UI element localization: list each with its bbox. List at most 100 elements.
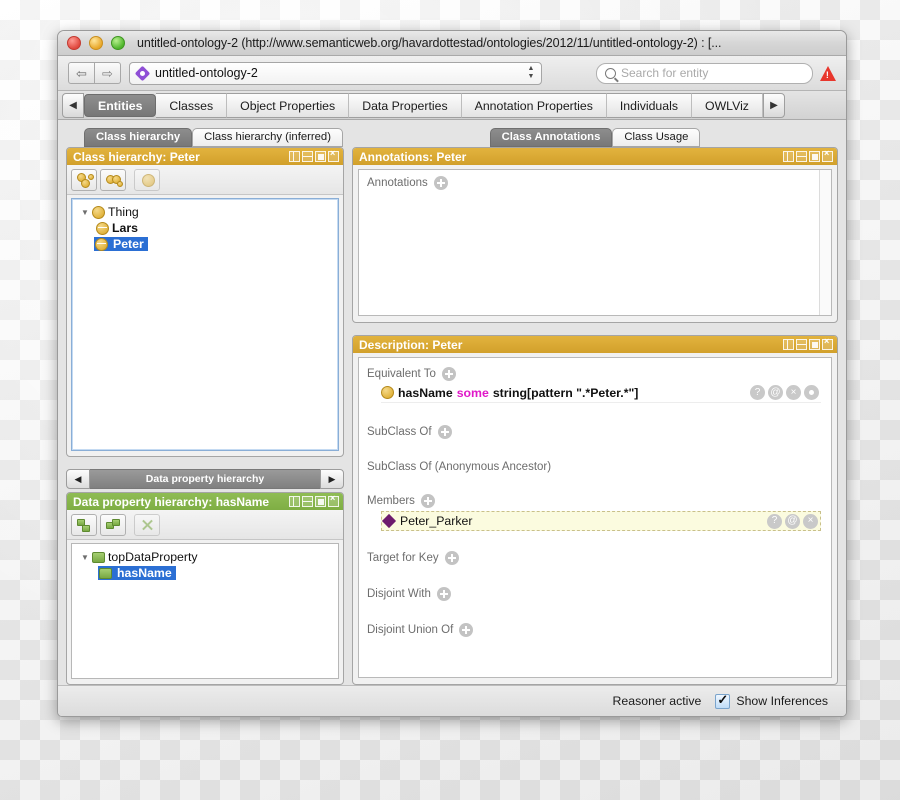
- tree-node-label: Peter: [111, 237, 146, 251]
- add-subproperty-button[interactable]: [71, 513, 97, 536]
- tree-node-hasname[interactable]: hasName: [72, 565, 338, 581]
- class-hierarchy-tree[interactable]: ▼ Thing Lars Peter: [71, 198, 339, 451]
- search-icon: [605, 67, 616, 79]
- collapse-icon[interactable]: [796, 339, 807, 350]
- data-property-hierarchy-group: ◀ Data property hierarchy ▶ Data propert…: [66, 469, 344, 685]
- delete-property-button[interactable]: [134, 513, 160, 536]
- annotations-body: Annotations: [358, 169, 832, 316]
- expression-text: hasName some string[pattern ".*Peter.*"]: [398, 386, 638, 400]
- close-panel-icon[interactable]: [822, 149, 833, 162]
- navstrip-right-button[interactable]: ▶: [320, 469, 344, 489]
- forward-button[interactable]: ⇨: [95, 62, 121, 84]
- tab-class-usage[interactable]: Class Usage: [612, 128, 701, 147]
- add-disjoint-with-button[interactable]: [436, 587, 451, 601]
- maximize-icon[interactable]: [315, 496, 326, 507]
- navstrip-title: Data property hierarchy: [90, 469, 320, 489]
- expression-row-buttons: ? @ ×: [767, 513, 820, 529]
- tab-data-properties[interactable]: Data Properties: [349, 93, 462, 118]
- forward-arrow-icon: ⇨: [102, 65, 113, 81]
- tree-node-peter[interactable]: Peter: [72, 236, 338, 252]
- delete-class-button[interactable]: [134, 168, 160, 191]
- annotations-panel: Annotations: Peter Annotations: [352, 147, 838, 323]
- member-name: Peter_Parker: [400, 514, 473, 528]
- add-annotation-button[interactable]: [433, 176, 448, 190]
- zoom-button[interactable]: [111, 36, 125, 50]
- left-column: Class hierarchy Class hierarchy (inferre…: [66, 128, 344, 685]
- expression-keyword: some: [456, 385, 489, 400]
- ontology-selector[interactable]: untitled-ontology-2 ▲ ▼: [129, 61, 542, 85]
- add-sibling-class-icon: [105, 173, 123, 187]
- close-panel-icon[interactable]: [328, 149, 339, 162]
- tree-node-thing[interactable]: ▼ Thing: [72, 204, 338, 220]
- expression-row-members[interactable]: Peter_Parker ? @ ×: [381, 511, 821, 531]
- tab-individuals[interactable]: Individuals: [606, 93, 692, 118]
- collapse-icon[interactable]: [302, 496, 313, 507]
- class-hierarchy-toolbar: [67, 165, 343, 195]
- help-button[interactable]: ?: [750, 385, 765, 400]
- tab-class-annotations[interactable]: Class Annotations: [489, 128, 613, 147]
- warning-icon[interactable]: [820, 65, 836, 81]
- show-inferences-checkbox[interactable]: [715, 692, 731, 709]
- tab-object-properties[interactable]: Object Properties: [227, 93, 350, 118]
- collapse-icon[interactable]: [796, 151, 807, 162]
- back-button[interactable]: ⇦: [68, 62, 95, 84]
- help-button[interactable]: ?: [767, 513, 782, 529]
- close-panel-icon[interactable]: [822, 337, 833, 350]
- back-arrow-icon: ⇦: [76, 65, 87, 81]
- search-input[interactable]: Search for entity: [596, 62, 813, 84]
- section-label-equivalent-to: Equivalent To: [367, 368, 436, 380]
- data-property-hierarchy-title: Data property hierarchy: hasName: [73, 494, 270, 509]
- add-subclass-of-button[interactable]: [437, 425, 452, 439]
- tab-classes[interactable]: Classes: [156, 93, 228, 118]
- split-view-icon[interactable]: [783, 151, 794, 162]
- close-button[interactable]: [67, 36, 81, 50]
- delete-class-icon: [140, 173, 155, 187]
- add-subclass-button[interactable]: [71, 168, 97, 191]
- split-view-icon[interactable]: [289, 151, 300, 162]
- annotations-section-label: Annotations: [367, 177, 428, 189]
- maximize-icon[interactable]: [809, 339, 820, 350]
- add-member-button[interactable]: [420, 494, 435, 508]
- annotate-button[interactable]: @: [785, 513, 800, 529]
- main-toolbar: ⇦ ⇨ untitled-ontology-2 ▲ ▼ Search for en…: [58, 56, 846, 91]
- collapse-icon[interactable]: [302, 151, 313, 162]
- annotations-scrollbar[interactable]: [819, 170, 831, 315]
- individual-icon: [381, 513, 397, 529]
- edit-button[interactable]: [804, 385, 819, 400]
- show-inferences-row[interactable]: Show Inferences: [715, 692, 828, 709]
- class-hierarchy-title: Class hierarchy: Peter: [73, 149, 200, 164]
- expression-row-equivalent-to[interactable]: hasName some string[pattern ".*Peter.*"]…: [381, 383, 821, 403]
- tab-class-hierarchy[interactable]: Class hierarchy: [84, 128, 193, 147]
- tab-entities[interactable]: Entities: [84, 94, 157, 117]
- delete-button[interactable]: ×: [786, 385, 801, 400]
- add-target-for-key-button[interactable]: [444, 551, 459, 565]
- navstrip-left-button[interactable]: ◀: [66, 469, 90, 489]
- split-view-icon[interactable]: [289, 496, 300, 507]
- tree-node-label: hasName: [115, 566, 174, 580]
- annotate-button[interactable]: @: [768, 385, 783, 400]
- maximize-icon[interactable]: [315, 151, 326, 162]
- chevron-updown-icon[interactable]: ▲ ▼: [525, 64, 537, 83]
- minimize-button[interactable]: [89, 36, 103, 50]
- tree-node-topdataproperty[interactable]: ▼ topDataProperty: [72, 549, 338, 565]
- data-property-tree[interactable]: ▼ topDataProperty hasName: [71, 543, 339, 679]
- tree-node-lars[interactable]: Lars: [72, 220, 338, 236]
- tab-annotation-properties[interactable]: Annotation Properties: [461, 93, 607, 118]
- tabbar-scroll-left-button[interactable]: ◀: [62, 93, 84, 118]
- reasoner-status: Reasoner active: [612, 694, 702, 708]
- tab-owlviz[interactable]: OWLViz: [692, 93, 763, 118]
- add-sibling-class-button[interactable]: [100, 168, 126, 191]
- main-content: Class hierarchy Class hierarchy (inferre…: [58, 120, 846, 685]
- add-equivalent-to-button[interactable]: [441, 367, 456, 381]
- tab-class-hierarchy-inferred[interactable]: Class hierarchy (inferred): [192, 128, 343, 147]
- maximize-icon[interactable]: [809, 151, 820, 162]
- close-panel-icon[interactable]: [328, 494, 339, 507]
- tabbar-scroll-right-button[interactable]: ▶: [762, 93, 785, 118]
- split-view-icon[interactable]: [783, 339, 794, 350]
- tree-node-label: Lars: [112, 221, 138, 235]
- twisty-icon[interactable]: ▼: [78, 208, 92, 217]
- add-disjoint-union-of-button[interactable]: [459, 623, 474, 637]
- delete-button[interactable]: ×: [803, 513, 818, 529]
- add-sibling-property-button[interactable]: [100, 513, 126, 536]
- twisty-icon[interactable]: ▼: [78, 553, 92, 562]
